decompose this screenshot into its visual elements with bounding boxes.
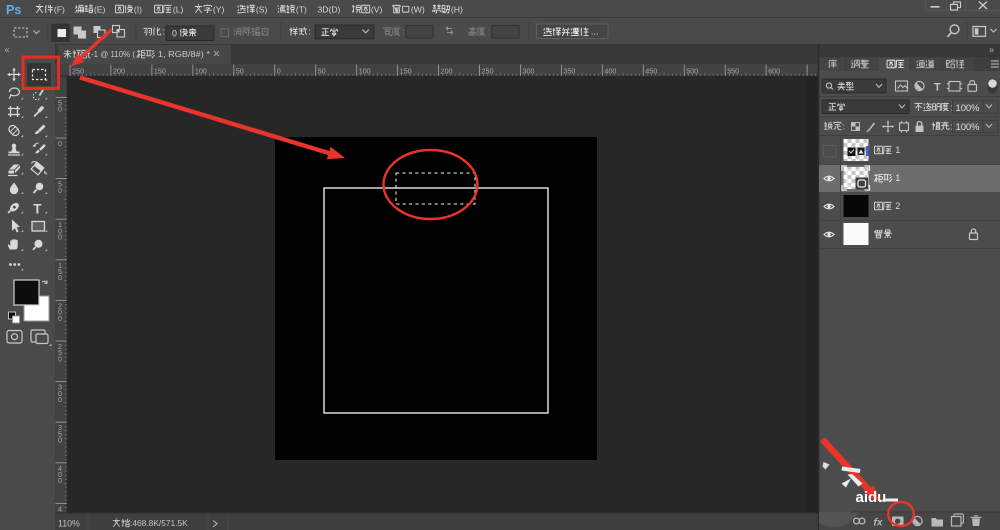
svg-text:0: 0 xyxy=(58,476,62,485)
svg-text:0: 0 xyxy=(58,314,62,323)
svg-text::: : xyxy=(487,27,490,37)
svg-text:(L): (L) xyxy=(173,5,184,15)
svg-text:(F): (F) xyxy=(54,5,65,15)
svg-text:fx: fx xyxy=(874,518,883,529)
svg-text:(T): (T) xyxy=(296,5,307,15)
svg-text:(Y): (Y) xyxy=(213,5,225,15)
svg-text:(E): (E) xyxy=(94,5,106,15)
svg-text:0: 0 xyxy=(172,29,177,39)
svg-text:T: T xyxy=(934,82,941,94)
svg-text:»: » xyxy=(989,45,994,55)
svg-text:1, RGB/8#) *: 1, RGB/8#) * xyxy=(158,49,211,59)
svg-text:Ps: Ps xyxy=(6,3,21,17)
svg-text:0: 0 xyxy=(58,273,62,282)
svg-text:0: 0 xyxy=(58,139,62,148)
svg-text:0: 0 xyxy=(58,395,62,404)
svg-text:aidu: aidu xyxy=(856,489,887,506)
svg-text:(H): (H) xyxy=(451,5,463,15)
svg-text:3D(D): 3D(D) xyxy=(318,5,341,15)
svg-text:...: ... xyxy=(591,26,599,36)
svg-text:T: T xyxy=(33,202,42,217)
svg-text:0: 0 xyxy=(58,186,62,195)
svg-text:100%: 100% xyxy=(956,103,980,113)
svg-text:«: « xyxy=(5,45,10,55)
svg-text:(I): (I) xyxy=(134,5,142,15)
svg-text::: : xyxy=(162,27,165,37)
svg-text:50: 50 xyxy=(236,66,244,75)
svg-text::: : xyxy=(843,121,845,131)
svg-text::: : xyxy=(308,27,311,37)
svg-text:1: 1 xyxy=(895,145,900,155)
svg-text:50: 50 xyxy=(318,66,326,75)
svg-text:2: 2 xyxy=(895,201,900,211)
svg-text:0: 0 xyxy=(58,354,62,363)
svg-text:(W): (W) xyxy=(411,5,425,15)
svg-text::468.8K/571.5K: :468.8K/571.5K xyxy=(130,518,188,528)
svg-text:100%: 100% xyxy=(956,122,980,132)
svg-text:(V): (V) xyxy=(371,5,383,15)
svg-text:110%: 110% xyxy=(58,519,80,529)
svg-text:0: 0 xyxy=(58,233,62,242)
svg-text:0: 0 xyxy=(58,105,62,114)
svg-text:1: 1 xyxy=(895,173,900,183)
svg-text:(S): (S) xyxy=(256,5,268,15)
svg-text:0: 0 xyxy=(58,436,62,445)
svg-text:-1 @ 110% (: -1 @ 110% ( xyxy=(91,49,135,59)
svg-text::: : xyxy=(402,27,405,37)
